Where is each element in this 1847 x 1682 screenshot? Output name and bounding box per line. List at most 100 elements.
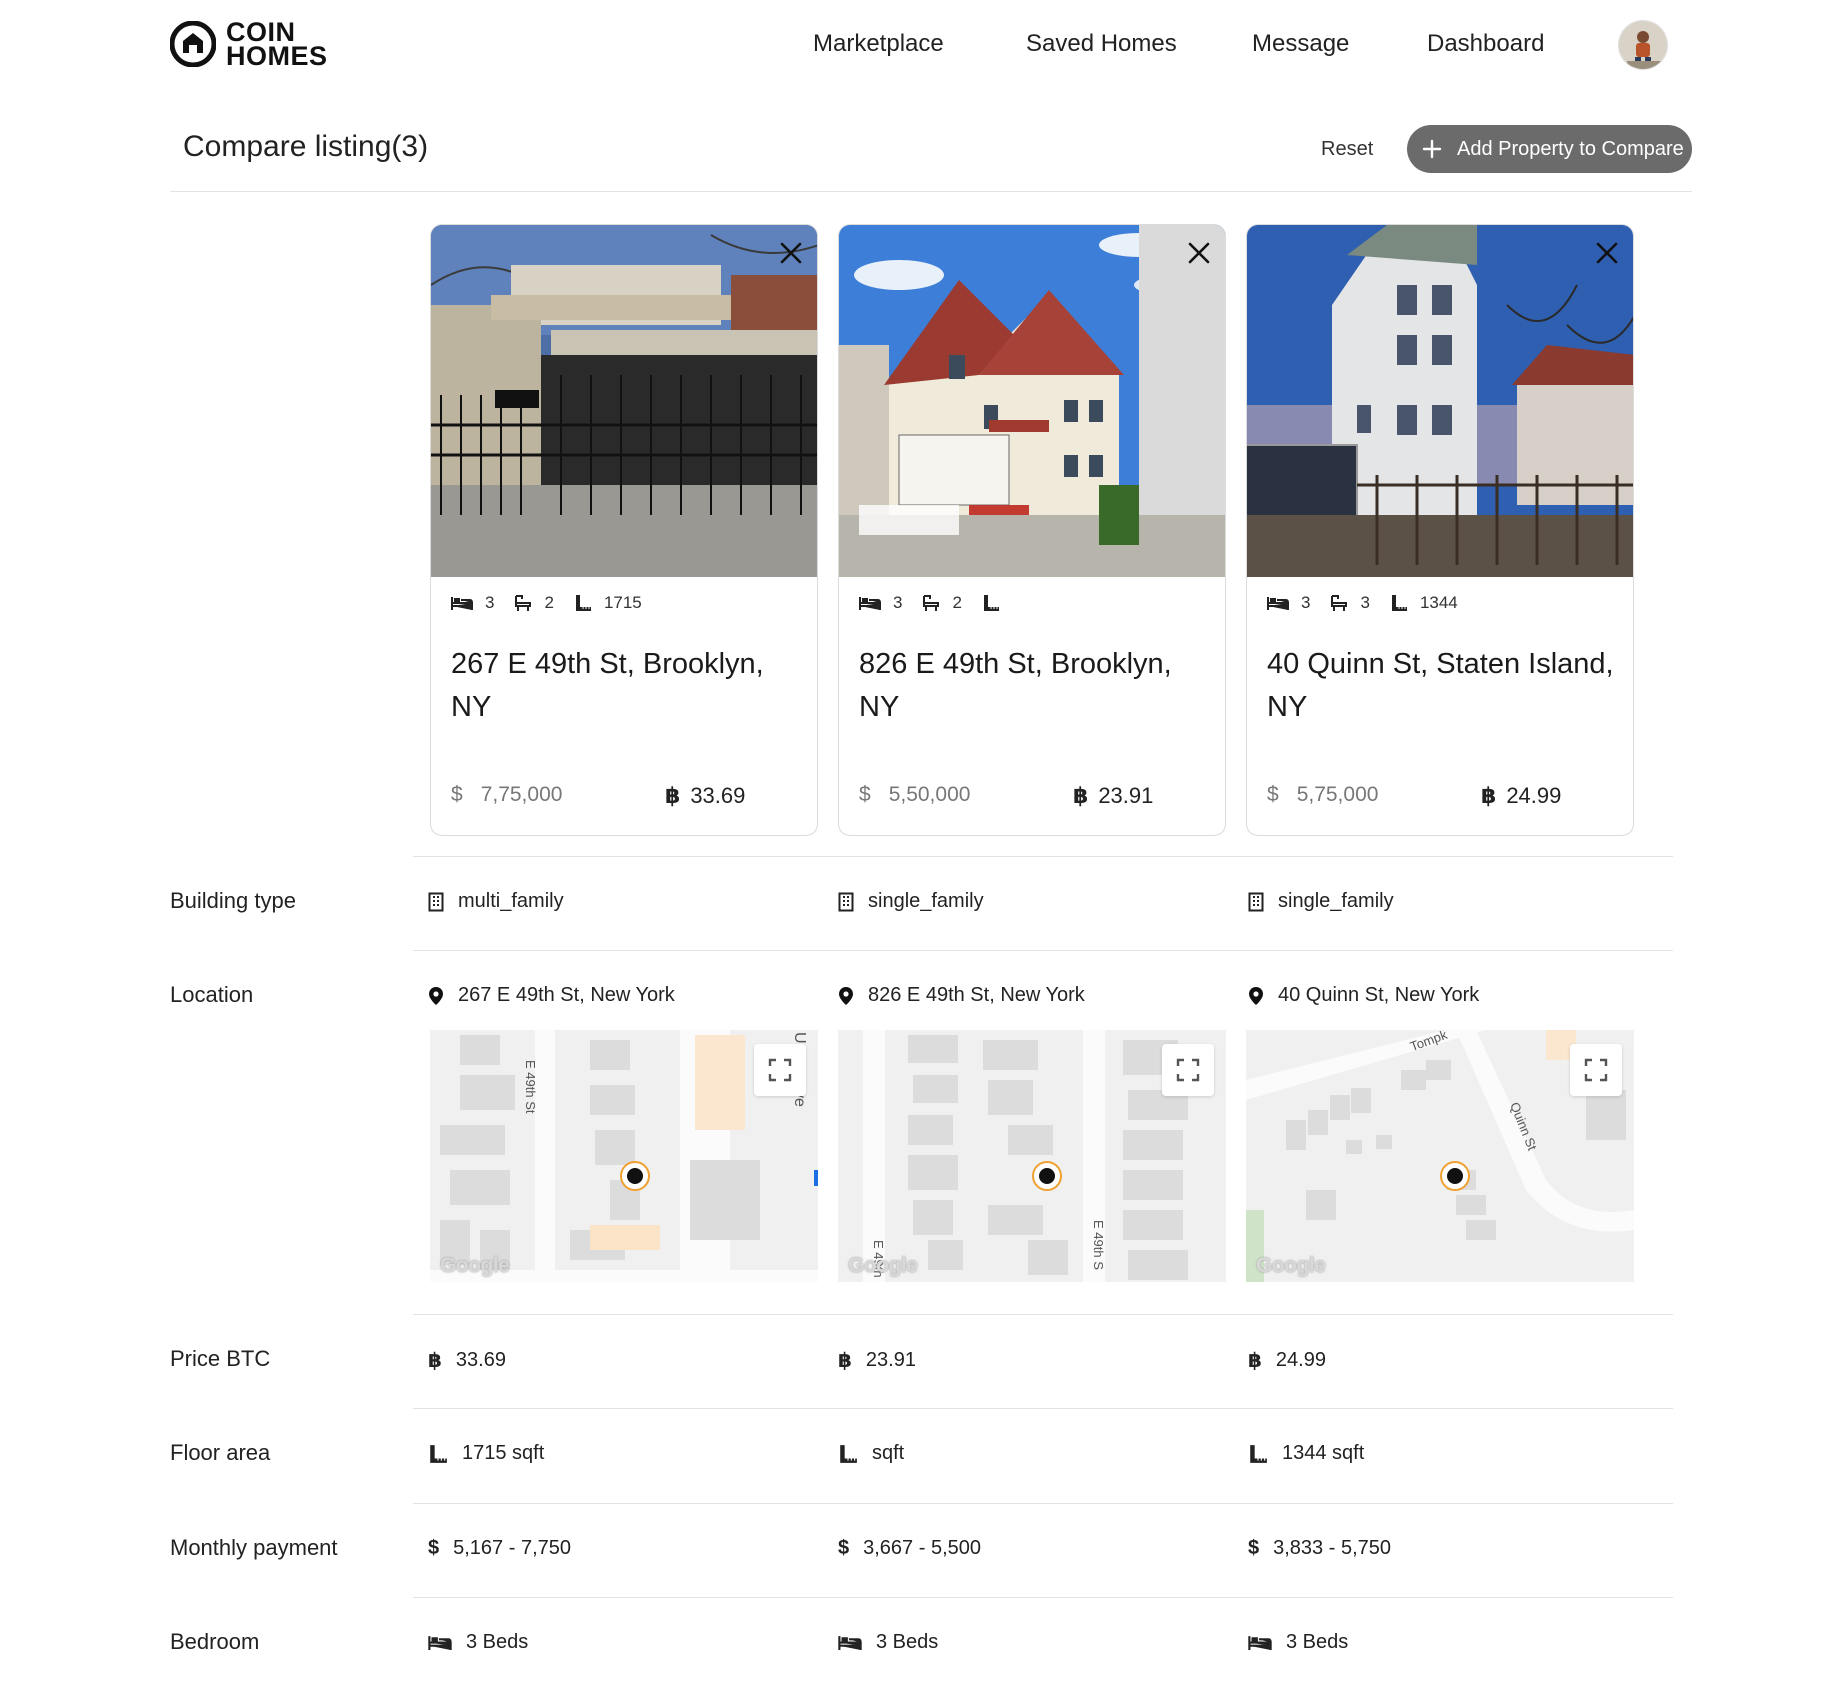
price-btc-cell: ฿ 33.69 (428, 1348, 506, 1373)
price-btc-cell: ฿ 24.99 (1248, 1348, 1326, 1373)
building-type-cell: single_family (1248, 890, 1394, 913)
baths-feature: 2 (514, 593, 554, 613)
location-map[interactable]: Tompk Quinn St Google (1246, 1030, 1634, 1282)
monthly-payment-cell: $ 3,833 - 5,750 (1248, 1537, 1391, 1560)
reset-button[interactable]: Reset (1321, 138, 1373, 161)
property-photo (839, 225, 1225, 577)
row-label-price-btc: Price BTC (170, 1346, 271, 1371)
price-btc-value: 33.69 (690, 783, 746, 808)
listing-address[interactable]: 267 E 49th St, Brooklyn, NY (451, 643, 801, 729)
fullscreen-button[interactable] (754, 1044, 806, 1096)
building-icon (838, 892, 854, 911)
property-marker[interactable] (1440, 1161, 1470, 1191)
floor-area-cell: 1715 sqft (428, 1442, 544, 1465)
baths-count: 3 (1360, 593, 1370, 612)
bed-icon (1267, 597, 1289, 610)
row-divider (413, 1314, 1673, 1315)
listing-address[interactable]: 40 Quinn St, Staten Island, NY (1267, 643, 1617, 729)
row-label-building-type: Building type (170, 888, 296, 913)
google-attribution: Google (1256, 1254, 1326, 1277)
nav-marketplace[interactable]: Marketplace (813, 26, 944, 62)
price-btc-value: 23.91 (865, 1349, 916, 1371)
top-navigation-bar: COIN HOMES Marketplace Saved Homes Messa… (0, 0, 1847, 92)
baths-count: 2 (544, 593, 554, 612)
floor-area-cell: sqft (838, 1442, 904, 1465)
bed-icon (838, 1636, 862, 1650)
close-icon[interactable] (1183, 237, 1215, 269)
nav-message[interactable]: Message (1252, 26, 1349, 62)
fullscreen-button[interactable] (1162, 1044, 1214, 1096)
bedroom-value: 3 Beds (1286, 1631, 1349, 1653)
price-usd-value: 7,75,000 (480, 783, 563, 806)
fullscreen-button[interactable] (1570, 1044, 1622, 1096)
listing-card[interactable]: 3 3 1344 40 Quinn St, Staten Island, NY … (1246, 224, 1634, 836)
building-type-value: single_family (1278, 890, 1394, 912)
pin-icon (1249, 986, 1263, 1005)
listing-card[interactable]: 3 2 826 E 49th St, Brooklyn, NY $ 5,50,0… (838, 224, 1226, 836)
building-type-cell: single_family (838, 890, 984, 913)
row-divider (413, 1503, 1673, 1504)
bed-icon (451, 597, 473, 610)
price-btc: ฿ 24.99 (1481, 783, 1561, 809)
nav-saved-homes[interactable]: Saved Homes (1026, 26, 1177, 62)
ruler-icon (1391, 595, 1407, 611)
bed-icon (428, 1636, 452, 1650)
location-map[interactable]: E 49th St U ve Google (430, 1030, 818, 1282)
building-type-cell: multi_family (428, 890, 564, 913)
location-map[interactable]: E 49th S E 49th Google (838, 1030, 1226, 1282)
close-icon[interactable] (1591, 237, 1623, 269)
bitcoin-icon: ฿ (1073, 783, 1089, 808)
property-marker[interactable] (1032, 1161, 1062, 1191)
listing-address[interactable]: 826 E 49th St, Brooklyn, NY (859, 643, 1209, 729)
dollar-icon: $ (1267, 783, 1279, 806)
building-icon (428, 892, 444, 911)
feature-row: 3 2 (859, 593, 1032, 613)
row-label-monthly-payment: Monthly payment (170, 1535, 338, 1560)
street-label: U (791, 1032, 808, 1044)
close-icon[interactable] (775, 237, 807, 269)
add-property-label: Add Property to Compare (1457, 137, 1684, 160)
location-cell: 40 Quinn St, New York (1248, 984, 1479, 1007)
bitcoin-icon: ฿ (1481, 783, 1497, 808)
dollar-icon: $ (428, 1537, 440, 1559)
nav-dashboard[interactable]: Dashboard (1427, 26, 1544, 62)
row-divider (413, 856, 1673, 857)
location-value: 826 E 49th St, New York (868, 984, 1085, 1006)
area-feature: 1344 (1390, 593, 1458, 613)
bitcoin-icon: ฿ (838, 1350, 852, 1372)
price-usd-value: 5,75,000 (1296, 783, 1379, 806)
compare-header: Compare listing(3) Reset Add Property to… (170, 122, 1692, 192)
price-btc: ฿ 33.69 (665, 783, 745, 809)
ruler-icon (575, 595, 591, 611)
street-label: E 49th S (1091, 1220, 1106, 1270)
monthly-payment-value: 3,833 - 5,750 (1273, 1537, 1391, 1559)
bedroom-value: 3 Beds (466, 1631, 529, 1653)
dollar-icon: $ (1248, 1537, 1260, 1559)
floor-area-cell: 1344 sqft (1248, 1442, 1364, 1465)
page-title: Compare listing(3) (183, 130, 429, 163)
bath-icon (1331, 595, 1348, 611)
ruler-icon (1250, 1444, 1267, 1463)
feature-row: 3 2 1715 (451, 593, 662, 613)
beds-feature: 3 (859, 593, 902, 613)
dollar-icon: $ (838, 1537, 850, 1559)
location-value: 267 E 49th St, New York (458, 984, 675, 1006)
baths-feature: 3 (1330, 593, 1370, 613)
add-property-button[interactable]: Add Property to Compare (1407, 125, 1692, 173)
listing-card[interactable]: 3 2 1715 267 E 49th St, Brooklyn, NY $ 7… (430, 224, 818, 836)
property-marker[interactable] (620, 1161, 650, 1191)
pin-icon (839, 986, 853, 1005)
feature-row: 3 3 1344 (1267, 593, 1478, 613)
price-btc: ฿ 23.91 (1073, 783, 1153, 809)
row-divider (413, 950, 1673, 951)
beds-count: 3 (1301, 593, 1311, 612)
user-avatar[interactable] (1618, 20, 1668, 70)
bitcoin-icon: ฿ (665, 783, 681, 808)
ruler-icon (983, 595, 999, 611)
area-feature: 1715 (574, 593, 642, 613)
price-usd: $ 7,75,000 (451, 783, 562, 807)
price-btc-value: 33.69 (455, 1349, 506, 1371)
price-btc-value: 23.91 (1098, 783, 1154, 808)
area-feature (982, 594, 1012, 612)
bedroom-cell: 3 Beds (1248, 1631, 1348, 1654)
